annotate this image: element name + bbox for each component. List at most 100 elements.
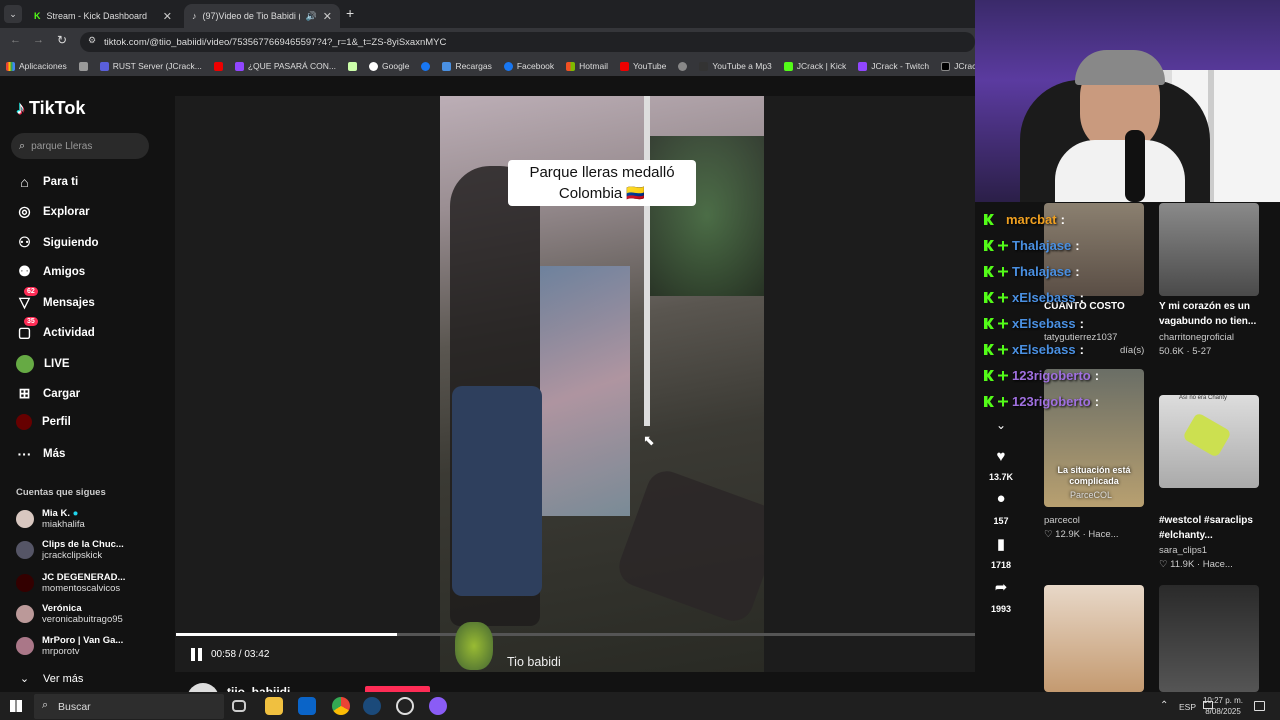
share-icon[interactable]: ➦ xyxy=(992,578,1010,596)
bookmark-apps[interactable]: Aplicaciones xyxy=(0,61,73,71)
related-thumb[interactable]: Así no era Chanty xyxy=(1159,395,1259,488)
nav-live[interactable]: LIVE xyxy=(16,355,70,373)
related-user[interactable]: parcecol xyxy=(1044,515,1080,526)
bookmark-grid[interactable] xyxy=(73,61,94,71)
tab-list-dropdown[interactable]: ⌄ xyxy=(4,5,22,23)
youtube-icon xyxy=(619,61,629,71)
url-field[interactable]: ⚙ tiktok.com/@tiio_babiidi/video/7535677… xyxy=(80,32,975,52)
webcam-cap xyxy=(1075,50,1165,85)
chat-message: marcbat: xyxy=(984,212,1065,227)
bookmark-icon[interactable]: ▮ xyxy=(992,535,1010,553)
related-thumb[interactable] xyxy=(1044,585,1144,692)
related-title[interactable]: Y mi corazón es un vagabundo no tien... xyxy=(1159,299,1269,329)
bookmark-youtube[interactable]: YouTube xyxy=(614,61,672,71)
kick-badge-icon xyxy=(984,396,994,407)
tab-tiktok-video[interactable]: ♪ (97)Video de Tio Babidi (@ 🔊 ✕ xyxy=(184,4,340,28)
comment-icon[interactable]: ● xyxy=(992,490,1010,508)
search-icon: ⌕ xyxy=(19,139,26,152)
thumb-caption: ParceCOL xyxy=(1070,490,1113,500)
new-tab-button[interactable]: + xyxy=(346,5,354,21)
tiktok-note-icon: ♪ xyxy=(16,98,25,118)
verified-icon: ● xyxy=(72,508,79,519)
kick-icon xyxy=(783,61,793,71)
facebook-icon xyxy=(421,61,431,71)
following-account[interactable]: Verónica veronicabuitrago95 xyxy=(16,603,123,625)
thumb-title-text: La situación está complicada xyxy=(1057,465,1131,486)
tab-kick-dashboard[interactable]: K Stream - Kick Dashboard ✕ xyxy=(26,4,180,28)
following-account[interactable]: Clips de la Chuc... jcrackclipskick xyxy=(16,539,124,561)
discord-icon[interactable] xyxy=(429,697,447,715)
nav-amigos[interactable]: ⚉ Amigos xyxy=(16,263,85,280)
close-icon[interactable]: ✕ xyxy=(323,10,332,23)
language-indicator[interactable]: ESP xyxy=(1179,702,1196,712)
nav-mensajes[interactable]: ▽ 62 Mensajes xyxy=(16,287,95,311)
sub-badge-icon xyxy=(998,344,1008,355)
speaker-icon[interactable]: 🔊 xyxy=(306,11,317,22)
nav-mas[interactable]: ··· Más xyxy=(16,445,66,462)
bookmark-recargas[interactable]: Recargas xyxy=(436,61,497,71)
search-input[interactable]: ⌕ parque Lleras xyxy=(11,133,149,159)
chat-message: 123rigoberto: xyxy=(984,368,1099,383)
bookmark-que-pasara[interactable]: ¿QUE PASARÁ CON... xyxy=(229,61,342,71)
nav-explorar[interactable]: ◎ Explorar xyxy=(16,203,89,220)
bookmark-youtube-red[interactable] xyxy=(208,61,229,71)
bookmark-facebook[interactable]: Facebook xyxy=(498,61,560,71)
forward-icon[interactable]: → xyxy=(33,34,44,46)
bookmark-jcrack-kick[interactable]: JCrack | Kick xyxy=(778,61,852,71)
reload-icon[interactable]: ↻ xyxy=(57,33,67,47)
bookmark-hotmail[interactable]: Hotmail xyxy=(560,61,614,71)
like-icon[interactable]: ♥ xyxy=(992,448,1010,466)
bookmark-rust[interactable]: RUST Server (JCrack... xyxy=(94,61,208,71)
related-user[interactable]: sara_clips1 xyxy=(1159,545,1207,556)
tiktok-icon: ♪ xyxy=(192,11,197,21)
tray-chevron-icon[interactable]: ⌃ xyxy=(1160,700,1168,711)
chrome-icon[interactable] xyxy=(332,697,350,715)
bookmark-jcrack-twitch[interactable]: JCrack - Twitch xyxy=(852,61,935,71)
upload-icon: ⊞ xyxy=(18,385,31,401)
related-title[interactable]: #westcol #saraclips #elchanty... xyxy=(1159,513,1269,543)
pause-button[interactable] xyxy=(191,648,203,661)
windows-start-icon[interactable] xyxy=(10,700,22,712)
following-account[interactable]: MrPoro | Van Ga... mrporotv xyxy=(16,635,123,657)
related-thumb[interactable] xyxy=(1159,203,1259,296)
related-thumb[interactable]: La situación está complicada ParceCOL xyxy=(1044,369,1144,507)
rust-icon xyxy=(99,61,109,71)
obs-icon[interactable] xyxy=(396,697,414,715)
see-more-button[interactable]: ⌄ Ver más xyxy=(16,670,83,687)
nav-siguiendo[interactable]: ⚇ Siguiendo xyxy=(16,234,98,251)
pause-icon xyxy=(191,648,195,661)
bookmark-google[interactable]: Google xyxy=(363,61,415,71)
chat-message: xElsebass: xyxy=(984,290,1084,305)
bookmark-ytmp3[interactable]: YouTube a Mp3 xyxy=(693,61,777,71)
task-view-icon[interactable] xyxy=(232,700,246,712)
file-explorer-icon[interactable] xyxy=(265,697,283,715)
bookmark-facebook-1[interactable] xyxy=(415,61,436,71)
bookmark-star[interactable] xyxy=(342,61,363,71)
nav-perfil[interactable]: Perfil xyxy=(16,414,71,430)
kick-icon: K xyxy=(34,11,41,21)
following-account[interactable]: JC DEGENERAD... momentoscalvicos xyxy=(16,572,125,594)
related-thumb[interactable] xyxy=(1159,585,1259,692)
site-info-icon[interactable]: ⚙ xyxy=(88,35,96,46)
following-icon: ⚇ xyxy=(18,234,31,250)
bookmark-jcrack-x[interactable]: JCrack (@JCra xyxy=(935,61,975,71)
outlook-icon[interactable] xyxy=(298,697,316,715)
avatar xyxy=(16,541,34,559)
nav-cargar[interactable]: ⊞ Cargar xyxy=(16,385,80,402)
bookmark-globe[interactable] xyxy=(672,61,693,71)
notifications-icon[interactable] xyxy=(1254,701,1265,711)
account-handle: miakhalifa xyxy=(42,519,85,530)
kick-badge-icon xyxy=(984,318,994,329)
nav-actividad[interactable]: ▢ 35 Actividad xyxy=(16,317,95,341)
close-icon[interactable]: ✕ xyxy=(163,10,172,23)
following-account[interactable]: Mia K. ● miakhalifa xyxy=(16,508,85,530)
back-icon[interactable]: ← xyxy=(10,34,21,46)
related-user[interactable]: charritonegroficial xyxy=(1159,332,1234,343)
clock[interactable]: 10:27 p. m. 8/08/2025 xyxy=(1200,695,1246,717)
steam-icon[interactable] xyxy=(363,697,381,715)
taskbar-search[interactable]: ⌕ Buscar xyxy=(34,694,224,719)
chevron-down-icon: ⌄ xyxy=(19,673,30,685)
scroll-down-icon[interactable]: ⌄ xyxy=(992,418,1010,436)
tiktok-logo[interactable]: ♪ TikTok xyxy=(16,98,85,119)
nav-para-ti[interactable]: ⌂ Para ti xyxy=(16,173,78,190)
